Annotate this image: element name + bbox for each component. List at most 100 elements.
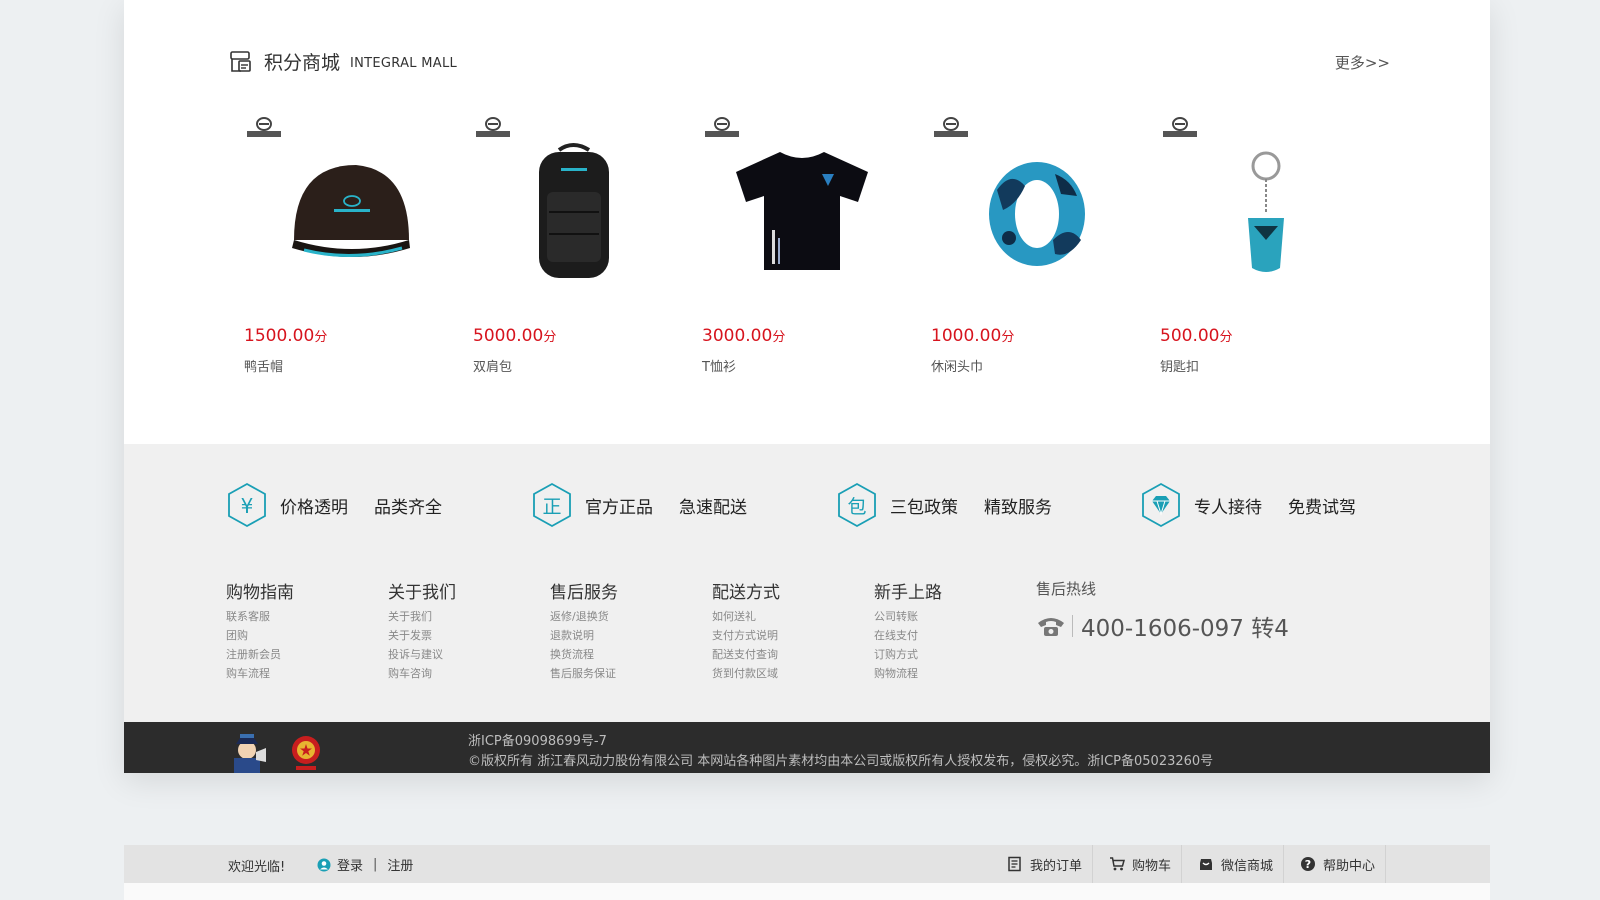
national-emblem-icon	[292, 736, 320, 770]
product-card-keychain[interactable]: 500.00分 钥匙扣	[1160, 114, 1360, 384]
feature-price: ¥ 价格透明 品类齐全	[226, 482, 442, 528]
hotline-row: 400-1606-097 转4	[1036, 609, 1356, 643]
product-card-backpack[interactable]: 5000.00分 双肩包	[473, 114, 673, 384]
product-name: T恤衫	[702, 360, 736, 375]
register-link[interactable]: 注册	[387, 855, 413, 874]
feature-text-2: 精致服务	[984, 497, 1052, 518]
top-bar-links: 我的订单 购物车 微信商城 ? 帮助中心	[991, 845, 1386, 883]
help-center-link[interactable]: ? 帮助中心	[1284, 845, 1386, 883]
footer-link[interactable]: 如何送礼	[712, 607, 862, 626]
more-link[interactable]: 更多>>	[1335, 52, 1390, 73]
copyright-footer: 浙ICP备09098699号-7 ©版权所有 浙江春风动力股份有限公司 本网站各…	[124, 722, 1490, 773]
mall-title-cn: 积分商城	[264, 52, 341, 74]
footer-link[interactable]: 在线支付	[874, 626, 1024, 645]
footer-link[interactable]: 订购方式	[874, 645, 1024, 664]
cap-image	[292, 165, 410, 258]
wechat-mall-icon	[1199, 859, 1212, 870]
footer-column-about-us: 关于我们 关于我们 关于发票 投诉与建议 购车咨询	[388, 578, 538, 683]
footer-column-shopping-guide: 购物指南 联系客服 团购 注册新会员 购车流程	[226, 578, 376, 683]
product-name: 休闲头巾	[931, 360, 984, 375]
welcome-text: 欢迎光临!	[228, 860, 286, 875]
yen-hex-icon: ¥	[228, 482, 266, 528]
footer-column-title: 配送方式	[712, 583, 780, 603]
feature-text-1: 价格透明	[280, 497, 348, 518]
svg-text:包: 包	[847, 496, 866, 518]
footer-link[interactable]: 公司转账	[874, 607, 1024, 626]
diamond-hex-icon	[1142, 482, 1180, 528]
svg-text:?: ?	[1305, 858, 1311, 871]
user-icon	[317, 858, 331, 871]
footer-column-delivery: 配送方式 如何送礼 支付方式说明 配送支付查询 货到付款区域	[712, 578, 862, 683]
footer-link[interactable]: 投诉与建议	[388, 645, 538, 664]
backpack-image	[539, 143, 609, 278]
product-price: 5000.00分	[473, 326, 557, 346]
mall-header: 积分商城 INTEGRAL MALL 更多>>	[228, 46, 1390, 78]
svg-text:¥: ¥	[241, 494, 254, 518]
product-name: 钥匙扣	[1160, 360, 1200, 375]
footer-link[interactable]: 购车咨询	[388, 664, 538, 683]
my-orders-label: 我的订单	[1029, 858, 1082, 874]
product-name: 鸭舌帽	[244, 360, 284, 375]
my-orders-link[interactable]: 我的订单	[991, 845, 1093, 883]
page-content: 积分商城 INTEGRAL MALL 更多>> 1500.00分 鸭舌帽 500…	[124, 0, 1490, 773]
warranty-hex-icon: 包	[838, 482, 876, 528]
product-price: 1500.00分	[244, 326, 328, 346]
footer-link[interactable]: 返修/退换货	[550, 607, 700, 626]
hotline-title: 售后热线	[1036, 580, 1097, 598]
footer-column-title: 新手上路	[874, 583, 942, 603]
footer-link[interactable]: 换货流程	[550, 645, 700, 664]
help-center-label: 帮助中心	[1322, 858, 1375, 874]
footer-column-after-sales: 售后服务 返修/退换货 退款说明 换货流程 售后服务保证	[550, 578, 700, 683]
wechat-mall-link[interactable]: 微信商城	[1182, 845, 1284, 883]
footer-link[interactable]: 售后服务保证	[550, 664, 700, 683]
page-below	[124, 883, 1490, 900]
product-price: 1000.00分	[931, 326, 1015, 346]
cart-icon	[1109, 857, 1125, 871]
footer-link[interactable]: 货到付款区域	[712, 664, 862, 683]
keychain-image	[1248, 151, 1284, 272]
copyright-statement: ©版权所有 浙江春风动力股份有限公司 本网站各种图片素材均由本公司或版权所有人授…	[468, 754, 1214, 769]
product-card-bandana[interactable]: 1000.00分 休闲头巾	[931, 114, 1131, 384]
footer-link[interactable]: 关于我们	[388, 607, 538, 626]
copyright-text: 浙ICP备09098699号-7 ©版权所有 浙江春风动力股份有限公司 本网站各…	[468, 732, 1213, 772]
order-icon	[1008, 856, 1021, 872]
top-bar: 欢迎光临! 登录 | 注册 我的订单 购物车 微信商城 ? 帮助中心	[124, 845, 1490, 883]
feature-text-1: 专人接待	[1194, 497, 1262, 518]
mall-title-en: INTEGRAL MALL	[350, 55, 458, 71]
tshirt-image	[736, 152, 868, 270]
footer-link[interactable]: 支付方式说明	[712, 626, 862, 645]
store-icon	[230, 50, 251, 72]
product-card-cap[interactable]: 1500.00分 鸭舌帽	[244, 114, 444, 384]
feature-text-1: 官方正品	[585, 497, 653, 518]
cart-label: 购物车	[1131, 858, 1171, 874]
feature-strip: ¥ 价格透明 品类齐全 正 官方正品 急速配送 包 三包政策 精致服务 专人接待…	[226, 482, 1386, 528]
footer-link[interactable]: 团购	[226, 626, 376, 645]
footer-link[interactable]: 配送支付查询	[712, 645, 862, 664]
footer-link[interactable]: 购物流程	[874, 664, 1024, 683]
feature-text-2: 免费试驾	[1288, 497, 1356, 518]
cart-link[interactable]: 购物车	[1093, 845, 1182, 883]
feature-text-2: 品类齐全	[374, 497, 442, 518]
product-card-tshirt[interactable]: 3000.00分 T恤衫	[702, 114, 902, 384]
footer-link[interactable]: 关于发票	[388, 626, 538, 645]
feature-text-2: 急速配送	[679, 497, 747, 518]
footer-link[interactable]: 退款说明	[550, 626, 700, 645]
feature-genuine: 正 官方正品 急速配送	[531, 482, 747, 528]
footer-link[interactable]: 购车流程	[226, 664, 376, 683]
login-link[interactable]: 登录	[337, 855, 363, 874]
hotline-number: 400-1606-097 转4	[1081, 616, 1289, 642]
feature-text-1: 三包政策	[890, 497, 958, 518]
auth-separator: |	[373, 857, 378, 872]
svg-text:正: 正	[542, 496, 561, 518]
footer-link[interactable]: 联系客服	[226, 607, 376, 626]
auth-links: 登录 | 注册	[317, 855, 413, 874]
service-footer: ¥ 价格透明 品类齐全 正 官方正品 急速配送 包 三包政策 精致服务 专人接待…	[124, 444, 1490, 722]
bandana-image	[989, 162, 1085, 266]
icp-number: 浙ICP备09098699号-7	[468, 734, 607, 749]
footer-link[interactable]: 注册新会员	[226, 645, 376, 664]
product-name: 双肩包	[473, 360, 513, 375]
product-price: 500.00分	[1160, 326, 1233, 346]
footer-column-title: 关于我们	[388, 583, 456, 603]
mall-title: 积分商城 INTEGRAL MALL	[228, 48, 457, 75]
help-icon: ?	[1300, 857, 1315, 871]
